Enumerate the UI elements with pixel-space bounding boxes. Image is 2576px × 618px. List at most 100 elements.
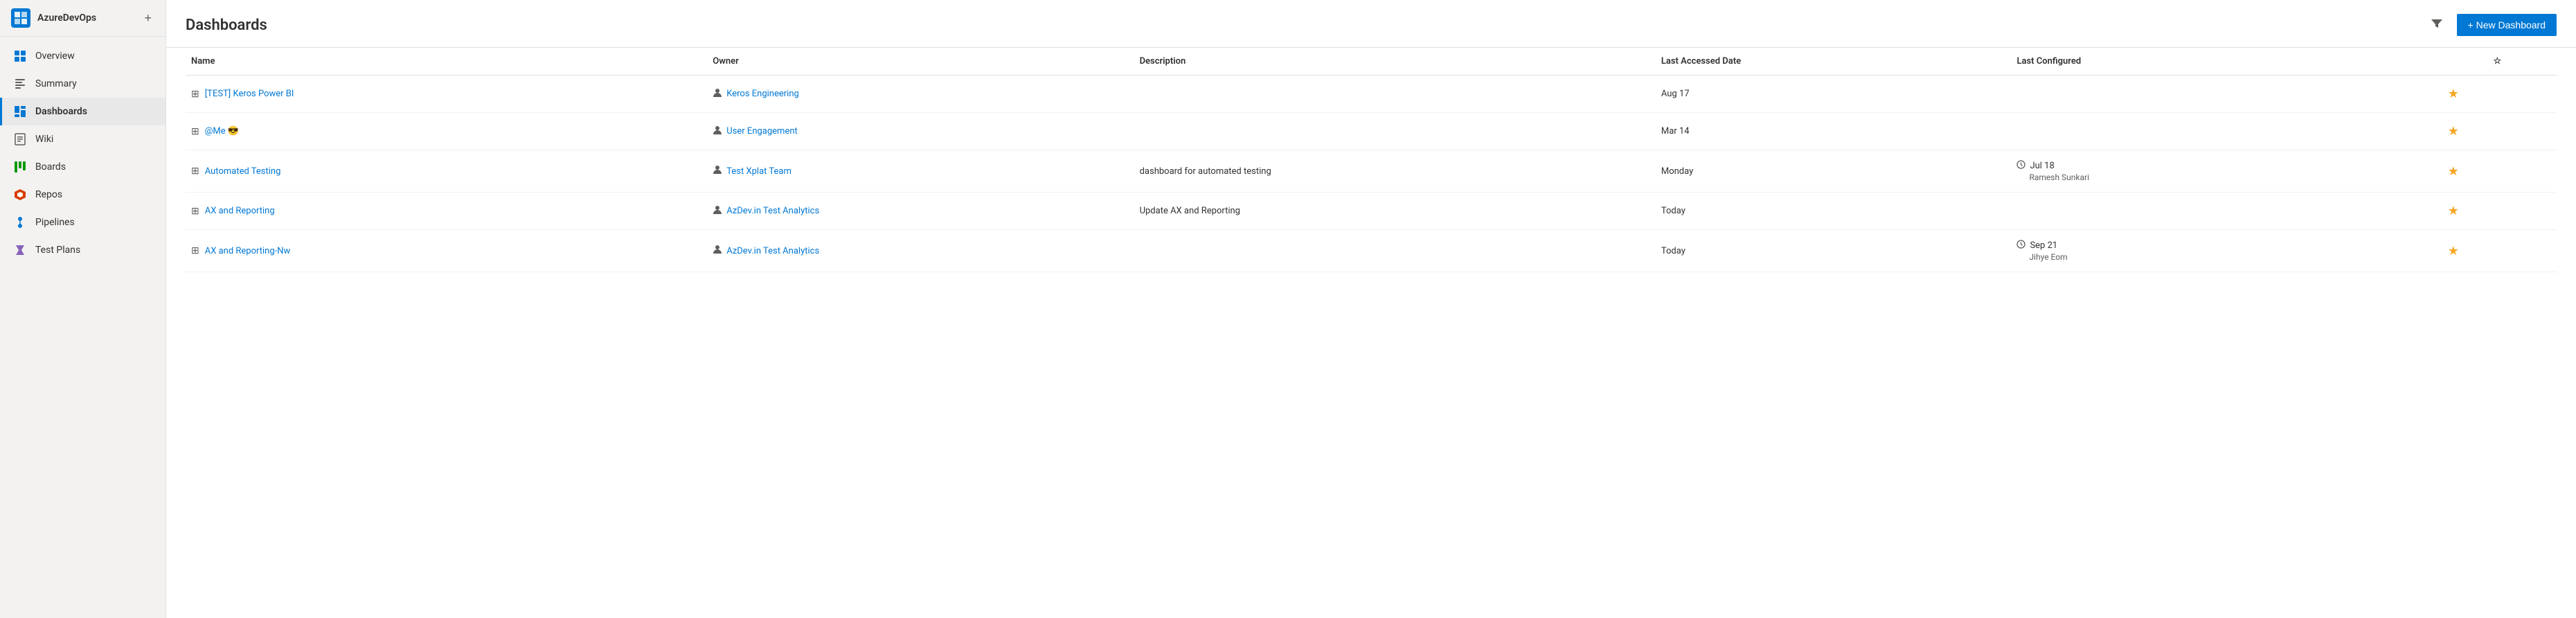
owner-icon [713,205,722,218]
last-accessed-cell: Aug 17 [1656,76,2012,113]
table-row: ⊞ AX and Reporting AzDev.in Test Analyti… [186,193,2557,230]
sidebar-item-overview[interactable]: Overview [0,42,166,70]
owner-icon [713,88,722,100]
sidebar-item-wiki[interactable]: Wiki [0,125,166,153]
owner-cell: Test Xplat Team [713,165,1128,177]
owner-icon [713,165,722,177]
owner-link[interactable]: AzDev.in Test Analytics [726,206,819,216]
clock-icon [2016,160,2025,171]
sidebar-nav: Overview Summary Dashboards Wiki [0,37,166,270]
sidebar-item-testplans-label: Test Plans [35,245,80,256]
dashboard-name-link[interactable]: Automated Testing [205,166,281,177]
description-cell [1134,230,1656,272]
testplans-icon [13,243,27,257]
dashboard-name-cell: ⊞ [TEST] Keros Power BI [191,89,701,100]
owner-cell: Keros Engineering [713,88,1128,100]
sidebar-item-overview-label: Overview [35,51,75,62]
configured-by: Ramesh Sunkari [2016,173,2432,182]
sidebar-item-pipelines[interactable]: Pipelines [0,209,166,236]
sidebar-item-pipelines-label: Pipelines [35,217,75,228]
star-cell: ★ [2438,193,2557,230]
last-configured-cell [2011,76,2438,113]
last-configured-cell [2011,193,2438,230]
description-cell: dashboard for automated testing [1134,150,1656,193]
star-cell: ★ [2438,76,2557,113]
star-cell: ★ [2438,150,2557,193]
star-button[interactable]: ★ [2444,202,2463,220]
dashboard-item-icon: ⊞ [191,245,199,256]
clock-icon [2016,240,2025,251]
star-cell: ★ [2438,230,2557,272]
last-configured-cell: Sep 21 Jihye Eom [2011,230,2438,272]
owner-icon [713,125,722,138]
boards-icon [13,160,27,174]
dashboard-name-cell: ⊞ @Me 😎 [191,126,701,137]
col-header-description: Description [1134,48,1656,76]
dashboards-icon [13,105,27,118]
dashboards-table-container: Name Owner Description Last Accessed Dat… [166,48,2576,618]
dashboard-name-link[interactable]: @Me 😎 [205,126,239,136]
table-row: ⊞ @Me 😎 User Engagement Mar 14 ★ [186,113,2557,150]
owner-link[interactable]: AzDev.in Test Analytics [726,246,819,256]
configured-date: Jul 18 [2030,161,2054,171]
star-button[interactable]: ★ [2444,85,2463,103]
sidebar-item-repos-label: Repos [35,189,62,200]
owner-cell: User Engagement [713,125,1128,138]
main-content: Dashboards + New Dashboard Name Owner De… [166,0,2576,618]
star-cell: ★ [2438,113,2557,150]
sidebar-item-summary[interactable]: Summary [0,70,166,98]
description-cell: Update AX and Reporting [1134,193,1656,230]
owner-link[interactable]: Test Xplat Team [726,166,791,177]
col-header-last-accessed: Last Accessed Date [1656,48,2012,76]
dashboard-item-icon: ⊞ [191,166,199,177]
header-actions: + New Dashboard [2425,14,2557,36]
owner-cell: AzDev.in Test Analytics [713,245,1128,257]
owner-icon [713,245,722,257]
description-cell [1134,76,1656,113]
owner-link[interactable]: Keros Engineering [726,89,799,99]
last-accessed-cell: Mar 14 [1656,113,2012,150]
repos-icon [13,188,27,202]
col-header-name: Name [186,48,707,76]
page-title: Dashboards [186,17,267,34]
description-cell [1134,113,1656,150]
col-header-star: ☆ [2438,48,2557,76]
dashboard-name-cell: ⊞ Automated Testing [191,166,701,177]
sidebar-item-wiki-label: Wiki [35,134,53,145]
sidebar-item-dashboards-label: Dashboards [35,106,87,117]
dashboard-item-icon: ⊞ [191,89,199,100]
dashboard-name-cell: ⊞ AX and Reporting [191,206,701,217]
col-header-last-configured: Last Configured [2011,48,2438,76]
last-accessed-cell: Today [1656,193,2012,230]
wiki-icon [13,132,27,146]
app-logo [11,8,30,28]
dashboard-name-link[interactable]: [TEST] Keros Power BI [205,89,294,99]
table-header-row: Name Owner Description Last Accessed Dat… [186,48,2557,76]
sidebar-item-boards[interactable]: Boards [0,153,166,181]
dashboards-table: Name Owner Description Last Accessed Dat… [186,48,2557,272]
summary-icon [13,77,27,91]
star-button[interactable]: ★ [2444,163,2463,180]
dashboard-name-link[interactable]: AX and Reporting [205,206,275,216]
sidebar-item-dashboards[interactable]: Dashboards [0,98,166,125]
sidebar-item-testplans[interactable]: Test Plans [0,236,166,264]
star-button[interactable]: ★ [2444,242,2463,260]
last-configured-cell [2011,113,2438,150]
dashboard-item-icon: ⊞ [191,206,199,217]
sidebar-item-repos[interactable]: Repos [0,181,166,209]
owner-link[interactable]: User Engagement [726,126,798,136]
table-row: ⊞ AX and Reporting-Nw AzDev.in Test Anal… [186,230,2557,272]
dashboard-name-link[interactable]: AX and Reporting-Nw [205,246,291,256]
sidebar-header: AzureDevOps + [0,0,166,37]
configured-by: Jihye Eom [2016,252,2432,262]
dashboard-item-icon: ⊞ [191,126,199,137]
filter-button[interactable] [2425,15,2449,36]
sidebar-item-boards-label: Boards [35,161,66,173]
star-button[interactable]: ★ [2444,123,2463,140]
main-header: Dashboards + New Dashboard [166,0,2576,48]
new-dashboard-button[interactable]: + New Dashboard [2457,14,2557,36]
last-accessed-cell: Today [1656,230,2012,272]
configured-date: Sep 21 [2030,240,2057,251]
add-project-button[interactable]: + [141,10,154,26]
overview-icon [13,49,27,63]
